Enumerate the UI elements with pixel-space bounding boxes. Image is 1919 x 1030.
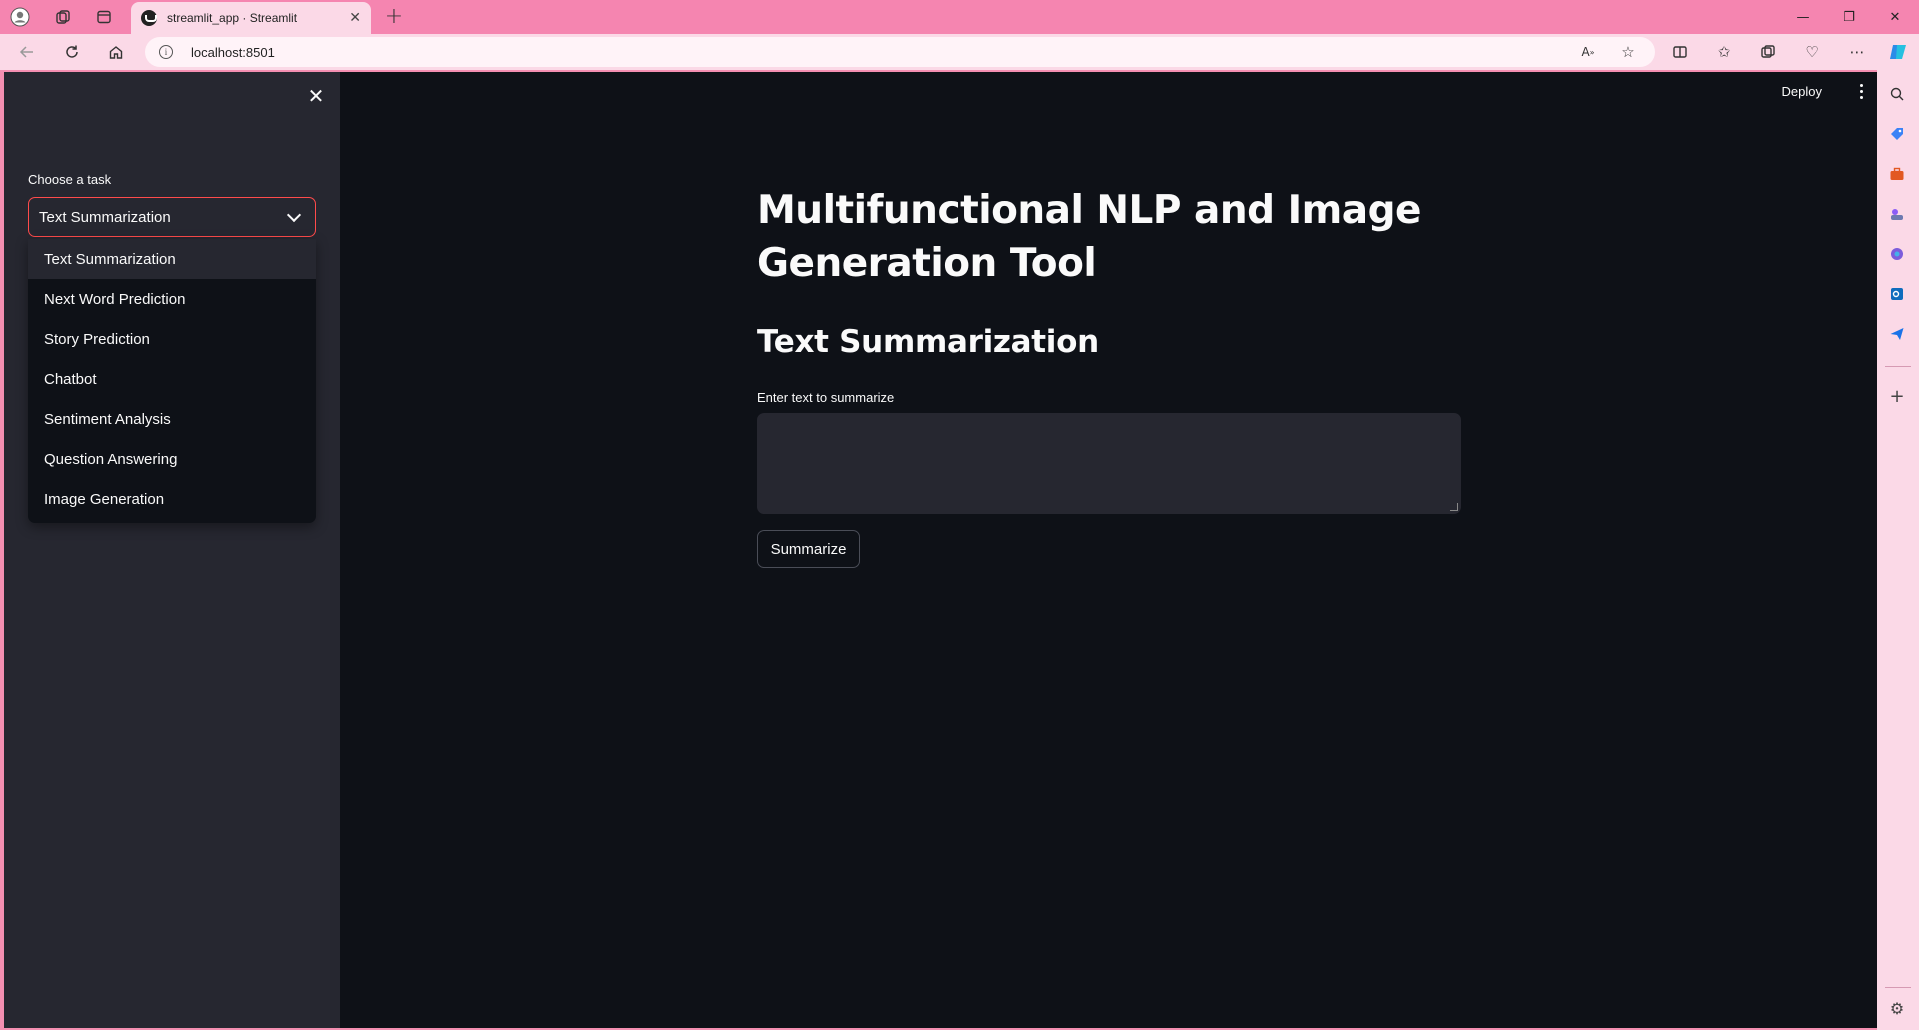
address-bar[interactable]: i localhost:8501 — [145, 37, 1655, 67]
task-select-label: Choose a task — [28, 172, 112, 187]
dropdown-option[interactable]: Chatbot — [28, 359, 316, 399]
browser-toolbar: i localhost:8501 A» ☆ ✩ ♡ ⋯ — [0, 34, 1919, 70]
summarize-button[interactable]: Summarize — [757, 530, 860, 568]
browser-essentials-icon[interactable]: ♡ — [1801, 41, 1823, 63]
dropdown-option[interactable]: Image Generation — [28, 479, 316, 519]
back-icon[interactable] — [16, 41, 38, 63]
page-title: Multifunctional NLP and Image Generation… — [757, 188, 1421, 286]
dropdown-option[interactable]: Sentiment Analysis — [28, 399, 316, 439]
streamlit-favicon-icon — [141, 10, 157, 26]
home-icon[interactable] — [105, 41, 127, 63]
settings-gear-icon[interactable]: ⚙ — [1887, 998, 1907, 1018]
send-icon[interactable] — [1887, 324, 1907, 344]
collections-icon[interactable] — [1757, 41, 1779, 63]
textarea-label: Enter text to summarize — [757, 390, 895, 405]
profile-icon[interactable] — [8, 5, 32, 29]
microsoft-365-icon[interactable] — [1887, 244, 1907, 264]
task-dropdown-menu: Text Summarization Next Word Prediction … — [28, 239, 316, 523]
favorite-star-icon[interactable]: ☆ — [1617, 41, 1639, 63]
summarize-text-input[interactable] — [757, 413, 1461, 514]
dropdown-option[interactable]: Text Summarization — [28, 239, 316, 279]
close-window-button[interactable]: ✕ — [1873, 4, 1917, 30]
new-tab-button[interactable]: + — [380, 2, 408, 30]
tab-title: streamlit_app · Streamlit — [167, 11, 298, 25]
dropdown-option[interactable]: Story Prediction — [28, 319, 316, 359]
streamlit-app: ✕ Choose a task Text Summarization Text … — [4, 72, 1877, 1028]
chevron-down-icon — [286, 207, 302, 222]
copilot-icon[interactable] — [1886, 40, 1910, 64]
section-title: Text Summarization — [757, 324, 1099, 360]
app-header-actions: Deploy — [1782, 84, 1863, 99]
url-text[interactable]: localhost:8501 — [191, 45, 275, 60]
add-icon[interactable]: + — [1887, 386, 1907, 407]
outlook-icon[interactable] — [1887, 284, 1907, 304]
favorites-icon[interactable]: ✩ — [1713, 41, 1735, 63]
main-menu-icon[interactable] — [1860, 84, 1863, 99]
edge-sidebar-divider — [1885, 366, 1911, 367]
restore-button[interactable]: ❐ — [1827, 4, 1871, 30]
resize-handle-icon[interactable] — [1450, 503, 1458, 511]
shopping-tag-icon[interactable] — [1887, 124, 1907, 144]
dropdown-option[interactable]: Next Word Prediction — [28, 279, 316, 319]
split-screen-icon[interactable] — [1669, 41, 1691, 63]
reload-icon[interactable] — [61, 41, 83, 63]
close-sidebar-icon[interactable]: ✕ — [304, 84, 328, 108]
tab-actions-icon[interactable] — [93, 6, 115, 28]
browser-tab-bar: streamlit_app · Streamlit ✕ + — ❐ ✕ — [0, 0, 1919, 34]
search-icon[interactable] — [1887, 84, 1907, 104]
read-aloud-icon[interactable]: A» — [1577, 41, 1599, 63]
site-info-icon[interactable]: i — [159, 45, 173, 59]
more-options-icon[interactable]: ⋯ — [1846, 41, 1868, 63]
games-icon[interactable] — [1887, 204, 1907, 224]
task-select-value: Text Summarization — [39, 208, 171, 226]
browser-tab[interactable]: streamlit_app · Streamlit ✕ — [131, 2, 371, 34]
tab-close-icon[interactable]: ✕ — [349, 10, 361, 26]
tools-briefcase-icon[interactable] — [1887, 164, 1907, 184]
edge-sidebar-divider — [1885, 987, 1911, 988]
deploy-button[interactable]: Deploy — [1782, 84, 1822, 99]
minimize-button[interactable]: — — [1781, 4, 1825, 30]
dropdown-option[interactable]: Question Answering — [28, 439, 316, 479]
app-sidebar: ✕ Choose a task Text Summarization Text … — [4, 72, 340, 1028]
workspaces-icon[interactable] — [52, 6, 74, 28]
edge-sidebar: + ⚙ — [1877, 70, 1919, 1030]
task-select[interactable]: Text Summarization — [28, 197, 316, 237]
